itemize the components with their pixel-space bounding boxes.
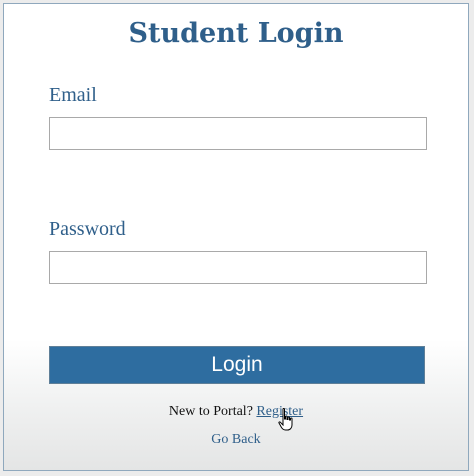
go-back-link[interactable]: Go Back xyxy=(4,432,468,448)
hand-pointer-icon xyxy=(278,408,293,431)
password-field[interactable] xyxy=(49,251,427,284)
register-prompt: New to Portal? xyxy=(168,404,253,419)
login-card: Student Login Email Password Login New t… xyxy=(3,3,469,471)
register-prompt-line: New to Portal? Register xyxy=(4,404,468,420)
password-label: Password xyxy=(49,218,126,240)
page-title: Student Login xyxy=(128,18,344,49)
email-label: Email xyxy=(49,84,97,106)
email-field[interactable] xyxy=(49,117,427,150)
login-button[interactable]: Login xyxy=(49,346,425,384)
